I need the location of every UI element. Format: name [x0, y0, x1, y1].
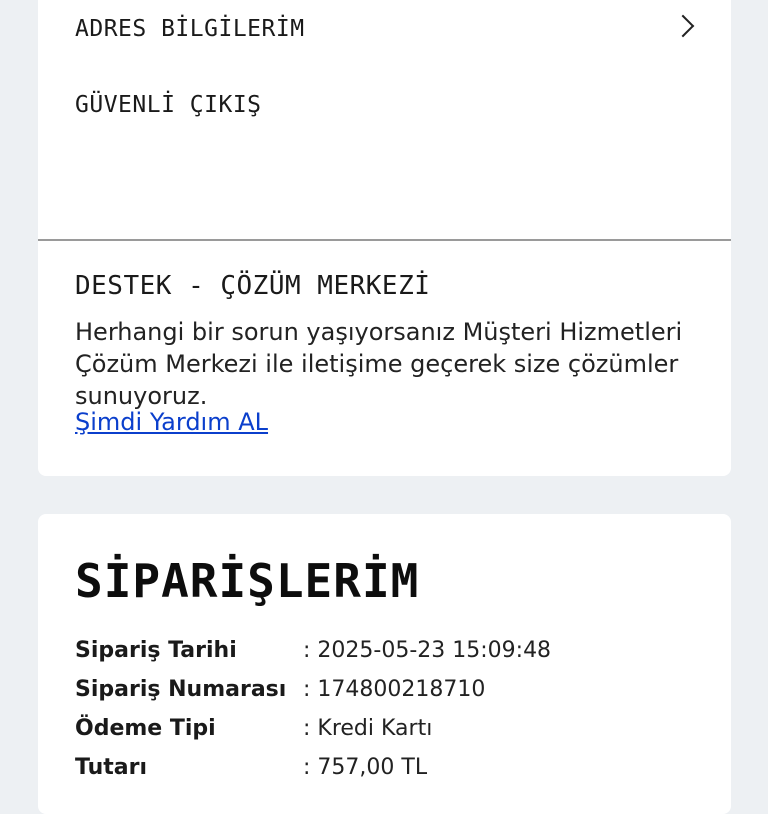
get-help-link[interactable]: Şimdi Yardım AL	[75, 408, 268, 436]
support-title: DESTEK - ÇÖZÜM MERKEZİ	[75, 271, 431, 301]
order-date-label: Sipariş Tarihi	[75, 638, 237, 663]
account-card: ADRES BİLGİLERİM GÜVENLİ ÇIKIŞ DESTEK - …	[38, 0, 731, 476]
support-description: Herhangi bir sorun yaşıyorsanız Müşteri …	[75, 318, 683, 410]
address-info-item[interactable]: ADRES BİLGİLERİM	[75, 14, 701, 42]
order-number-label: Sipariş Numarası	[75, 677, 287, 702]
address-info-label: ADRES BİLGİLERİM	[75, 16, 305, 42]
order-detail-row: Ödeme Tipi : Kredi Kartı	[75, 716, 711, 746]
logout-label: GÜVENLİ ÇIKIŞ	[75, 92, 262, 118]
section-divider	[38, 239, 731, 241]
order-number-value: : 174800218710	[303, 677, 486, 702]
order-detail-row: Tutarı : 757,00 TL	[75, 755, 711, 785]
order-detail-row: Sipariş Tarihi : 2025-05-23 15:09:48	[75, 638, 711, 668]
payment-type-label: Ödeme Tipi	[75, 716, 216, 741]
orders-title: SİPARİŞLERİM	[75, 554, 420, 608]
chevron-right-icon	[671, 14, 695, 38]
logout-item[interactable]: GÜVENLİ ÇIKIŞ	[75, 92, 701, 118]
orders-card: SİPARİŞLERİM Sipariş Tarihi : 2025-05-23…	[38, 514, 731, 814]
payment-type-value: : Kredi Kartı	[303, 716, 433, 741]
order-detail-row: Sipariş Numarası : 174800218710	[75, 677, 711, 707]
order-date-value: : 2025-05-23 15:09:48	[303, 638, 552, 663]
